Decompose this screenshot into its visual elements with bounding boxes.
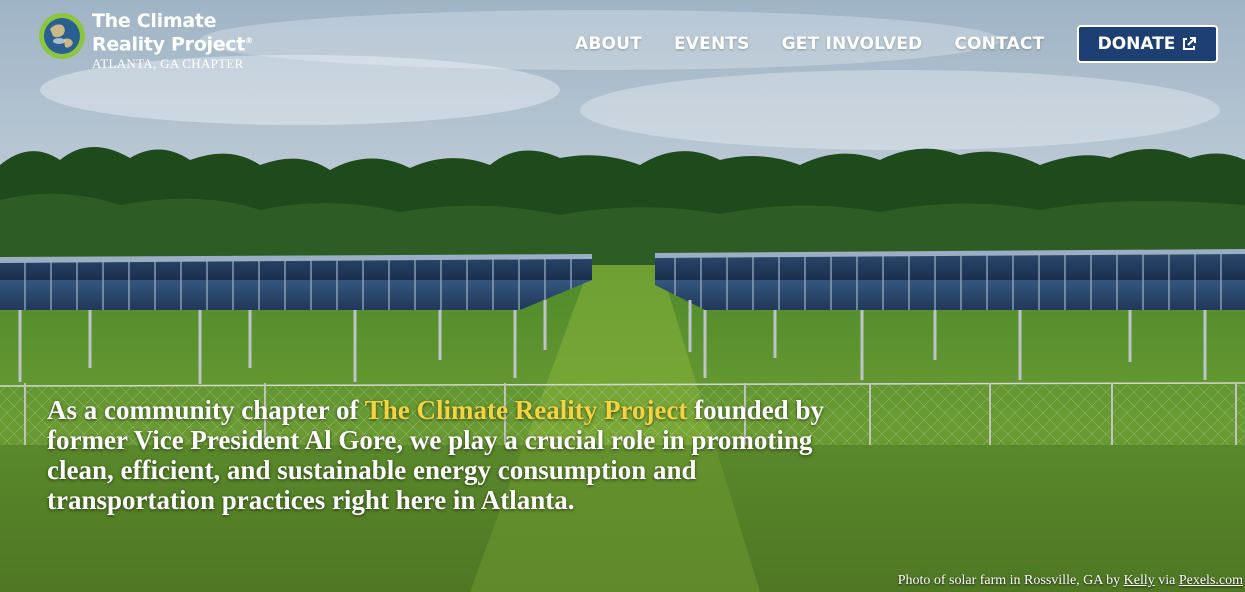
credit-via: via	[1154, 573, 1179, 588]
hero-blurb: As a community chapter of The Climate Re…	[47, 395, 837, 515]
logo-chapter: ATLANTA, GA CHAPTER	[92, 56, 244, 72]
main-nav: ABOUT EVENTS GET INVOLVED CONTACT	[575, 34, 1076, 54]
nav-item-events[interactable]: EVENTS	[674, 34, 750, 54]
blurb-highlight: The Climate Reality Project	[364, 395, 688, 425]
external-link-icon	[1183, 37, 1197, 50]
nav-item-get-involved[interactable]: GET INVOLVED	[782, 34, 923, 54]
donate-button[interactable]: DONATE	[1077, 25, 1218, 63]
logo-name-line2: Reality Project	[92, 33, 246, 56]
credit-author-link[interactable]: Kelly	[1124, 573, 1155, 588]
blurb-text-before: As a community chapter of	[47, 395, 365, 425]
logo-text: The Climate Reality Project® ATLANTA, GA…	[92, 11, 253, 72]
logo-name-line1: The Climate	[92, 10, 217, 32]
trademark-symbol: ®	[245, 36, 253, 45]
photo-credit: Photo of solar farm in Rossville, GA by …	[898, 573, 1243, 589]
credit-source-link[interactable]: Pexels.com	[1179, 573, 1243, 588]
nav-item-about[interactable]: ABOUT	[575, 34, 642, 54]
donate-label: DONATE	[1097, 34, 1176, 54]
logo-name: The Climate Reality Project®	[92, 11, 253, 54]
site-logo[interactable]: The Climate Reality Project® ATLANTA, GA…	[37, 11, 253, 72]
credit-prefix: Photo of solar farm in Rossville, GA by	[897, 573, 1124, 588]
hero-section: The Climate Reality Project® ATLANTA, GA…	[0, 0, 1245, 592]
nav-item-contact[interactable]: CONTACT	[954, 34, 1044, 54]
globe-icon	[39, 13, 85, 59]
